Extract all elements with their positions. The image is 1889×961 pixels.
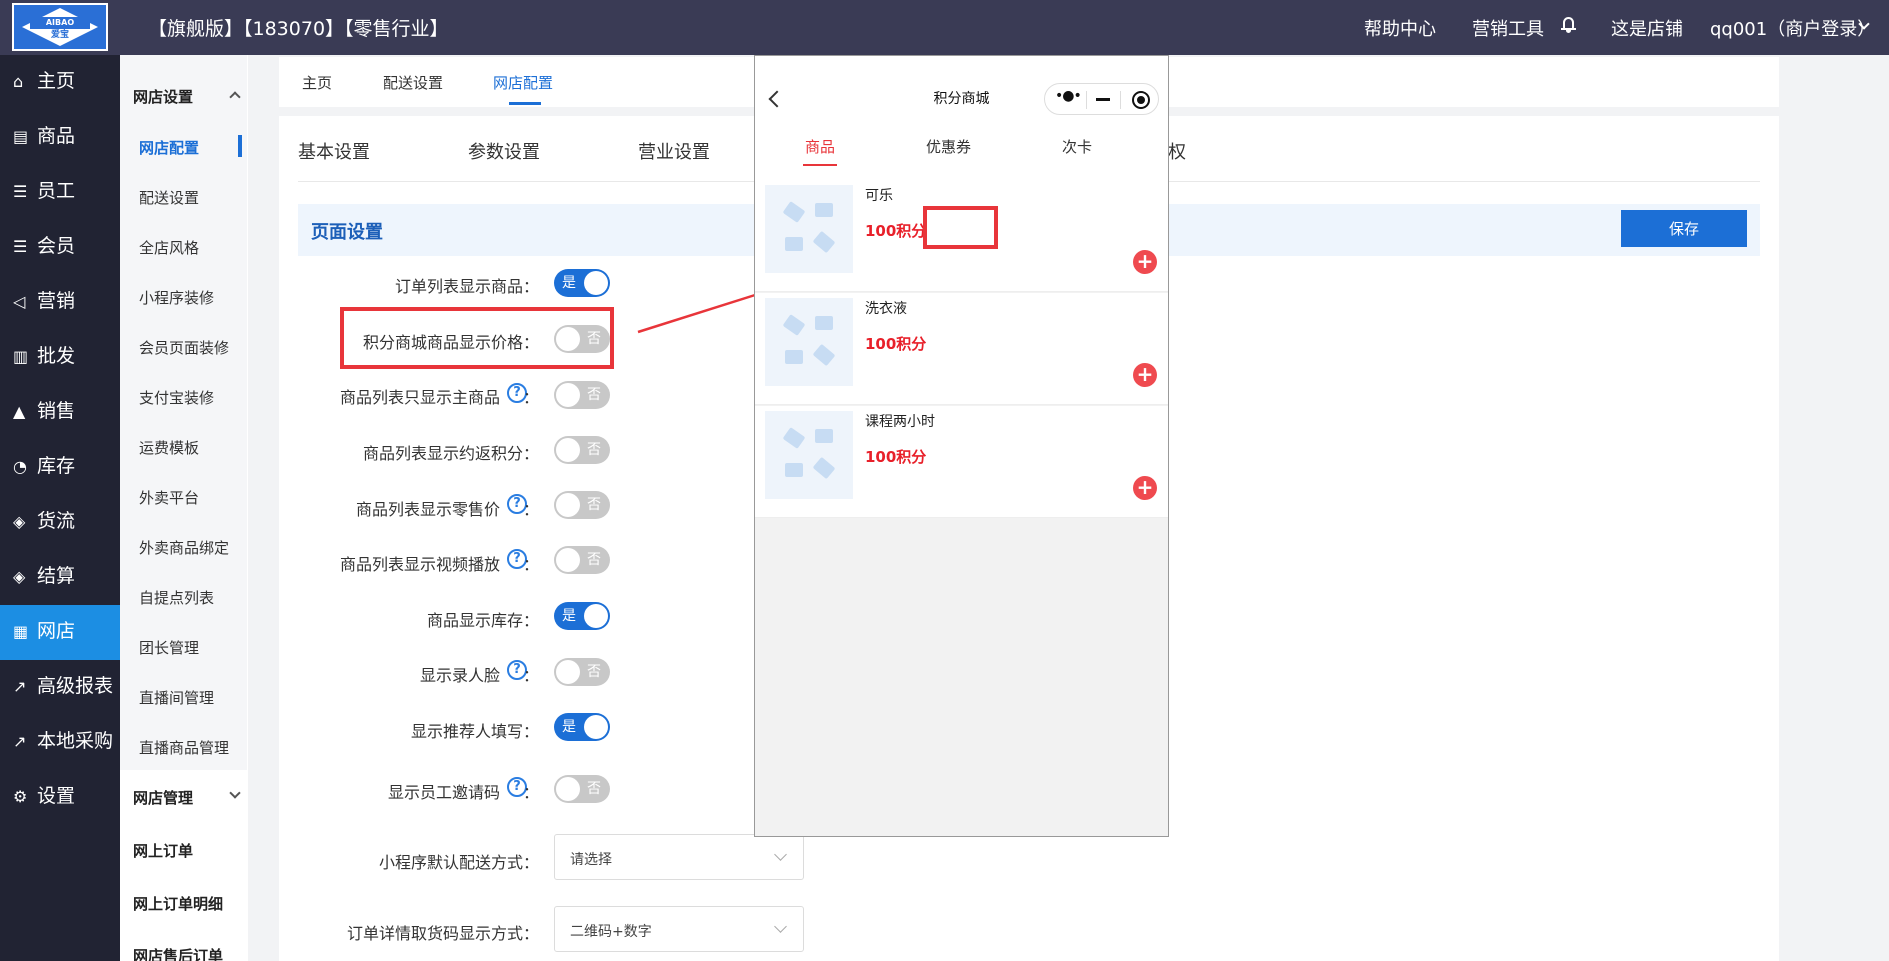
product-name: 课程两小时 [865,414,935,430]
capsule-divider [1120,91,1121,109]
mini-program-preview: 积分商城 •●• 商品 优惠券 次卡 可乐 100积分 + 洗衣液 100积分 … [754,55,1169,837]
product-name: 可乐 [865,188,893,204]
add-cart-button[interactable]: + [1133,476,1157,500]
capsule-divider [1086,91,1087,109]
record-icon[interactable] [1132,91,1150,109]
product-name: 洗衣液 [865,301,907,317]
more-icon[interactable]: •●• [1055,88,1082,104]
preview-tab-underline [803,164,837,166]
product-card[interactable]: 课程两小时 100积分 + [755,406,1168,518]
product-price: 100积分 [865,335,927,353]
minimize-icon[interactable] [1096,98,1110,101]
product-card[interactable]: 洗衣液 100积分 + [755,293,1168,405]
add-cart-button[interactable]: + [1133,363,1157,387]
add-cart-button[interactable]: + [1133,250,1157,274]
product-price: 100积分 [865,448,927,466]
product-placeholder-icon [765,298,853,386]
menu-capsule: •●• [1044,83,1159,115]
product-placeholder-icon [765,185,853,273]
product-price: 100积分 [865,222,927,240]
preview-tab-coupons[interactable]: 优惠券 [926,136,971,157]
annotation-price-box [923,206,998,249]
preview-tab-goods[interactable]: 商品 [805,136,835,157]
preview-tab-cards[interactable]: 次卡 [1062,136,1092,157]
product-placeholder-icon [765,411,853,499]
